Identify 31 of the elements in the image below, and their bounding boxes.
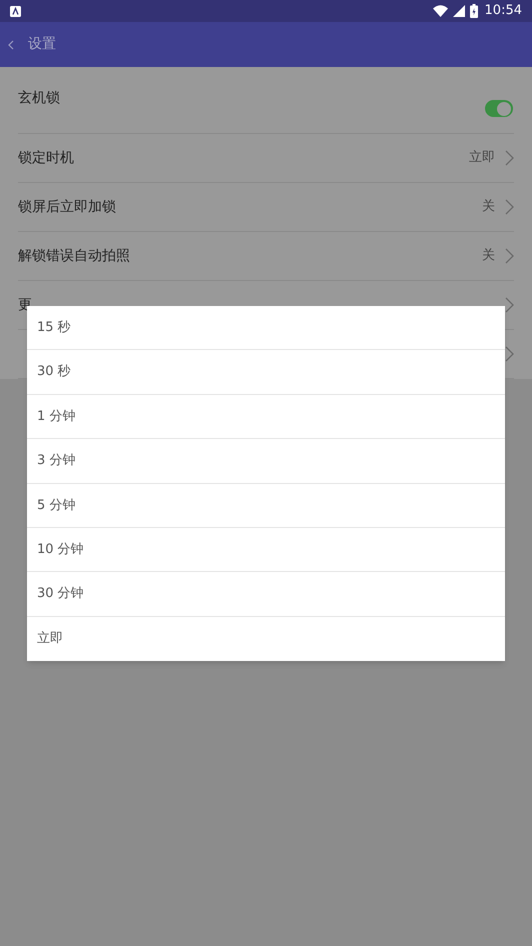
setting-value: 关 — [482, 247, 495, 266]
setting-value: 立即 — [469, 149, 495, 168]
setting-label: 玄机锁 — [18, 89, 60, 108]
chevron-right-icon — [505, 150, 514, 166]
menu-option[interactable]: 30 分钟 — [27, 572, 505, 617]
menu-option[interactable]: 10 分钟 — [27, 528, 505, 572]
battery-icon — [470, 4, 478, 18]
menu-option[interactable]: 15 秒 — [27, 306, 505, 350]
setting-label: 解锁错误自动拍照 — [18, 246, 130, 266]
toggle-switch[interactable] — [485, 100, 513, 117]
setting-label: 锁定时机 — [18, 148, 74, 168]
setting-row[interactable]: 解锁错误自动拍照 关 — [18, 232, 514, 281]
chevron-right-icon — [505, 248, 514, 264]
chevron-right-icon — [505, 199, 514, 215]
notification-icon — [10, 6, 21, 16]
wifi-icon — [432, 5, 448, 17]
menu-option[interactable]: 立即 — [27, 616, 505, 662]
status-time: 10:54 — [484, 2, 522, 20]
menu-option[interactable]: 3 分钟 — [27, 439, 505, 484]
chevron-right-icon — [505, 297, 514, 313]
menu-option[interactable]: 5 分钟 — [27, 484, 505, 528]
chevron-right-icon — [505, 346, 514, 362]
menu-option[interactable]: 30 秒 — [27, 350, 505, 395]
signal-icon — [452, 5, 465, 17]
setting-label: 锁屏后立即加锁 — [18, 198, 116, 216]
back-icon[interactable] — [8, 40, 14, 50]
menu-option[interactable]: 1 分钟 — [27, 394, 505, 440]
setting-row[interactable]: 锁屏后立即加锁 关 — [18, 183, 514, 232]
app-bar-title: 设置 — [28, 35, 56, 54]
setting-value: 关 — [482, 198, 495, 216]
setting-row[interactable]: 锁定时机 立即 — [18, 134, 514, 183]
